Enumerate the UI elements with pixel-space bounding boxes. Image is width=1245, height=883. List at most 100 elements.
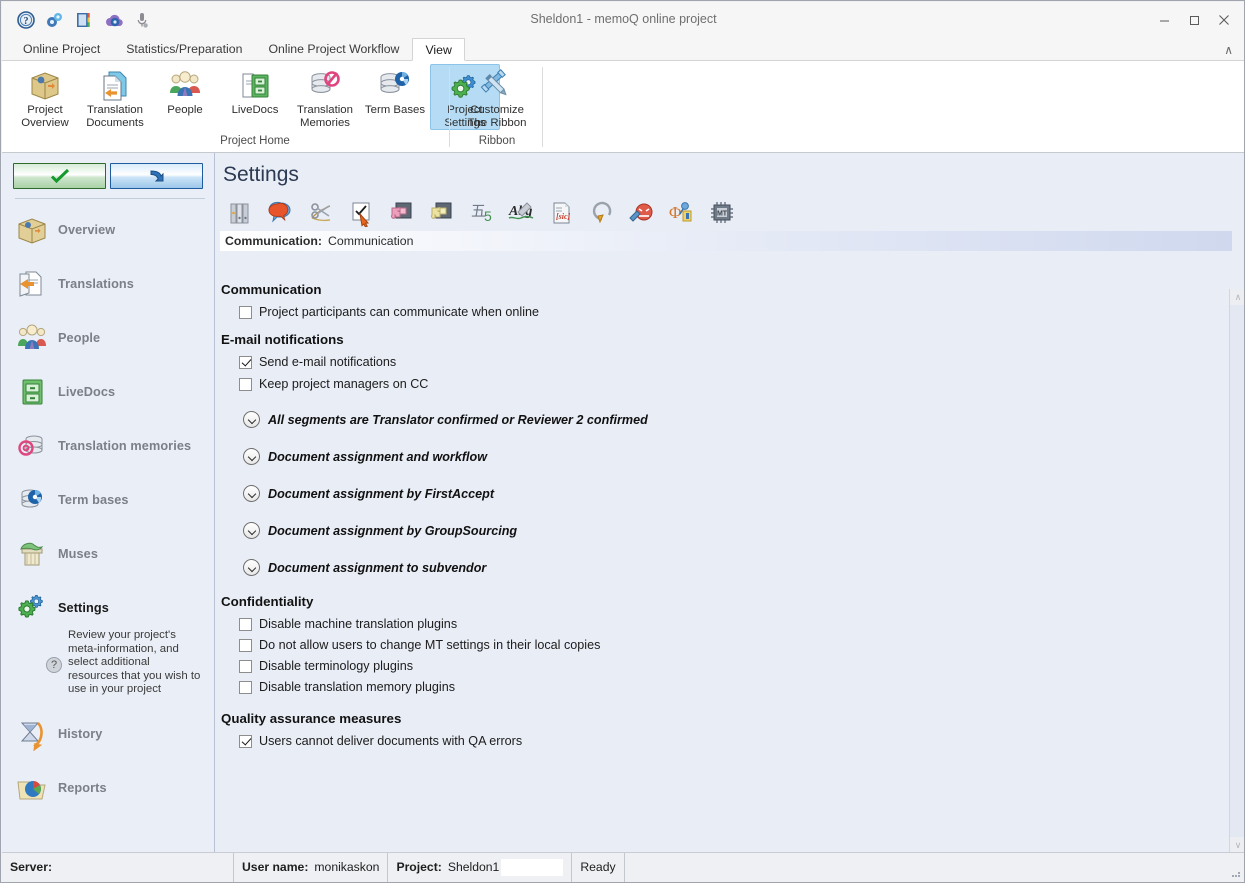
chevron-down-icon[interactable] [243,411,260,428]
option-disable-mt-plugins[interactable]: Disable machine translation plugins [215,617,1245,631]
non-translatables-button[interactable]: 五 5 [463,196,501,230]
sidebar-item-livedocs[interactable]: LiveDocs [2,365,214,419]
ribbon-translation-documents-button[interactable]: Translation Documents [80,64,150,130]
checkbox[interactable] [239,356,252,369]
tab-view[interactable]: View [412,38,464,61]
tab-online-project[interactable]: Online Project [10,37,113,60]
expander-label: Document assignment by GroupSourcing [268,524,517,538]
ribbon-group-ribbon: Customize The Ribbon Ribbon [454,61,540,153]
forbidden-terms-button[interactable] [623,196,661,230]
resize-grip-icon[interactable] [1229,866,1241,878]
sidebar-item-people[interactable]: People [2,311,214,365]
ribbon-project-overview-button[interactable]: Project Overview [10,64,80,130]
sidebar-item-overview[interactable]: Overview [2,203,214,257]
close-button[interactable] [1209,7,1239,33]
blue-arrow-icon [147,168,167,184]
sidebar-action-buttons [2,153,214,189]
ribbon-label-line1: Translation [297,104,353,117]
sidebar-item-label: LiveDocs [58,385,115,399]
expander-document-assignment-firstaccept[interactable]: Document assignment by FirstAccept [215,485,1245,502]
keyboard-shortcuts-icon: Φ [667,199,697,227]
spelling-button[interactable]: Abg [503,196,541,230]
checkbox[interactable] [239,618,252,631]
keyboard-shortcuts-button[interactable]: Φ [663,196,701,230]
expander-document-assignment-workflow[interactable]: Document assignment and workflow [215,448,1245,465]
status-project-input[interactable] [501,859,563,876]
option-no-deliver-with-qa-errors[interactable]: Users cannot deliver documents with QA e… [215,734,1245,748]
help-icon[interactable]: ? [46,657,62,673]
ribbon-customize-ribbon-button[interactable]: Customize The Ribbon [454,64,540,130]
sidebar-item-label: Settings [58,601,109,615]
page-title: Settings [215,153,1245,187]
maximize-button[interactable] [1179,7,1209,33]
qa-settings-button[interactable] [343,196,381,230]
mt-settings-button[interactable]: MT [703,196,741,230]
general-settings-button[interactable] [223,196,261,230]
checkbox[interactable] [239,378,252,391]
auto-correct-icon [587,199,617,227]
sidebar-item-translations[interactable]: Translations [2,257,214,311]
option-project-participants-communicate[interactable]: Project participants can communicate whe… [215,305,1245,319]
confirm-button[interactable] [13,163,106,189]
option-disable-terminology-plugins[interactable]: Disable terminology plugins [215,659,1245,673]
segmentation-rules-button[interactable] [303,196,341,230]
next-button[interactable] [110,163,203,189]
general-settings-icon [227,199,257,227]
expander-all-segments-confirmed[interactable]: All segments are Translator confirmed or… [215,411,1245,428]
lqa-models-button[interactable] [383,196,421,230]
ribbon-livedocs-button[interactable]: LiveDocs [220,64,290,118]
sidebar-item-translation-memories[interactable]: Translation memories [2,419,214,473]
scroll-down-icon[interactable]: ∨ [1230,837,1245,853]
auto-correct-button[interactable] [583,196,621,230]
ribbon-label-line2: Overview [21,117,68,130]
memoq-window: ? [0,0,1245,883]
checkbox[interactable] [239,735,252,748]
ribbon-group-project-home: Project Overview Transl [10,61,500,153]
option-label: Disable translation memory plugins [259,680,455,694]
people-icon [167,68,203,102]
expander-document-assignment-subvendor[interactable]: Document assignment to subvendor [215,559,1245,576]
chevron-down-icon[interactable] [243,448,260,465]
people-group-icon [15,321,49,355]
collapse-ribbon-icon[interactable]: ∧ [1224,43,1233,57]
sidebar-item-term-bases[interactable]: Term bases [2,473,214,527]
chevron-down-icon[interactable] [243,559,260,576]
ribbon-label-line2: Memories [300,117,350,130]
tab-statistics-preparation[interactable]: Statistics/Preparation [113,37,255,60]
spelling-abc-icon: Abg [507,199,537,227]
translations-icon [15,267,49,301]
ribbon-translation-memories-button[interactable]: Translation Memories [290,64,360,130]
ribbon-people-button[interactable]: People [150,64,220,118]
ribbon-term-bases-button[interactable]: Term Bases [360,64,430,118]
option-keep-pms-on-cc[interactable]: Keep project managers on CC [215,377,1245,391]
option-no-local-mt-settings-change[interactable]: Do not allow users to change MT settings… [215,638,1245,652]
auto-translation-rules-button[interactable] [423,196,461,230]
expander-document-assignment-groupsourcing[interactable]: Document assignment by GroupSourcing [215,522,1245,539]
checkbox[interactable] [239,639,252,652]
svg-text:[sic]: [sic] [556,212,571,221]
settings-toolbar: 五 5 Abg [215,187,1245,231]
ignore-lists-button[interactable]: [sic] [543,196,581,230]
tab-online-project-workflow[interactable]: Online Project Workflow [255,37,412,60]
sidebar-item-history[interactable]: History [2,707,214,761]
chevron-down-icon[interactable] [243,485,260,502]
lqa-models-pink-icon [387,199,417,227]
checkbox[interactable] [239,660,252,673]
option-disable-tm-plugins[interactable]: Disable translation memory plugins [215,680,1245,694]
communication-button[interactable] [263,196,301,230]
scrollbar-track[interactable] [1230,305,1245,837]
status-project-value: Sheldon1 [448,860,500,874]
checkbox[interactable] [239,681,252,694]
sidebar-item-reports[interactable]: Reports [2,761,214,815]
sidebar-item-muses[interactable]: Muses [2,527,214,581]
vertical-scrollbar[interactable]: ∧ ∨ [1229,289,1245,853]
scroll-up-icon[interactable]: ∧ [1230,289,1245,305]
checkbox[interactable] [239,306,252,319]
chevron-down-icon[interactable] [243,522,260,539]
option-send-email-notifications[interactable]: Send e-mail notifications [215,355,1245,369]
segmentation-rules-icon [307,199,337,227]
status-username-label: User name: [242,860,308,874]
sidebar-item-settings[interactable]: Settings [2,581,214,635]
workspace: Overview Translations [2,153,1245,853]
minimize-button[interactable] [1149,7,1179,33]
